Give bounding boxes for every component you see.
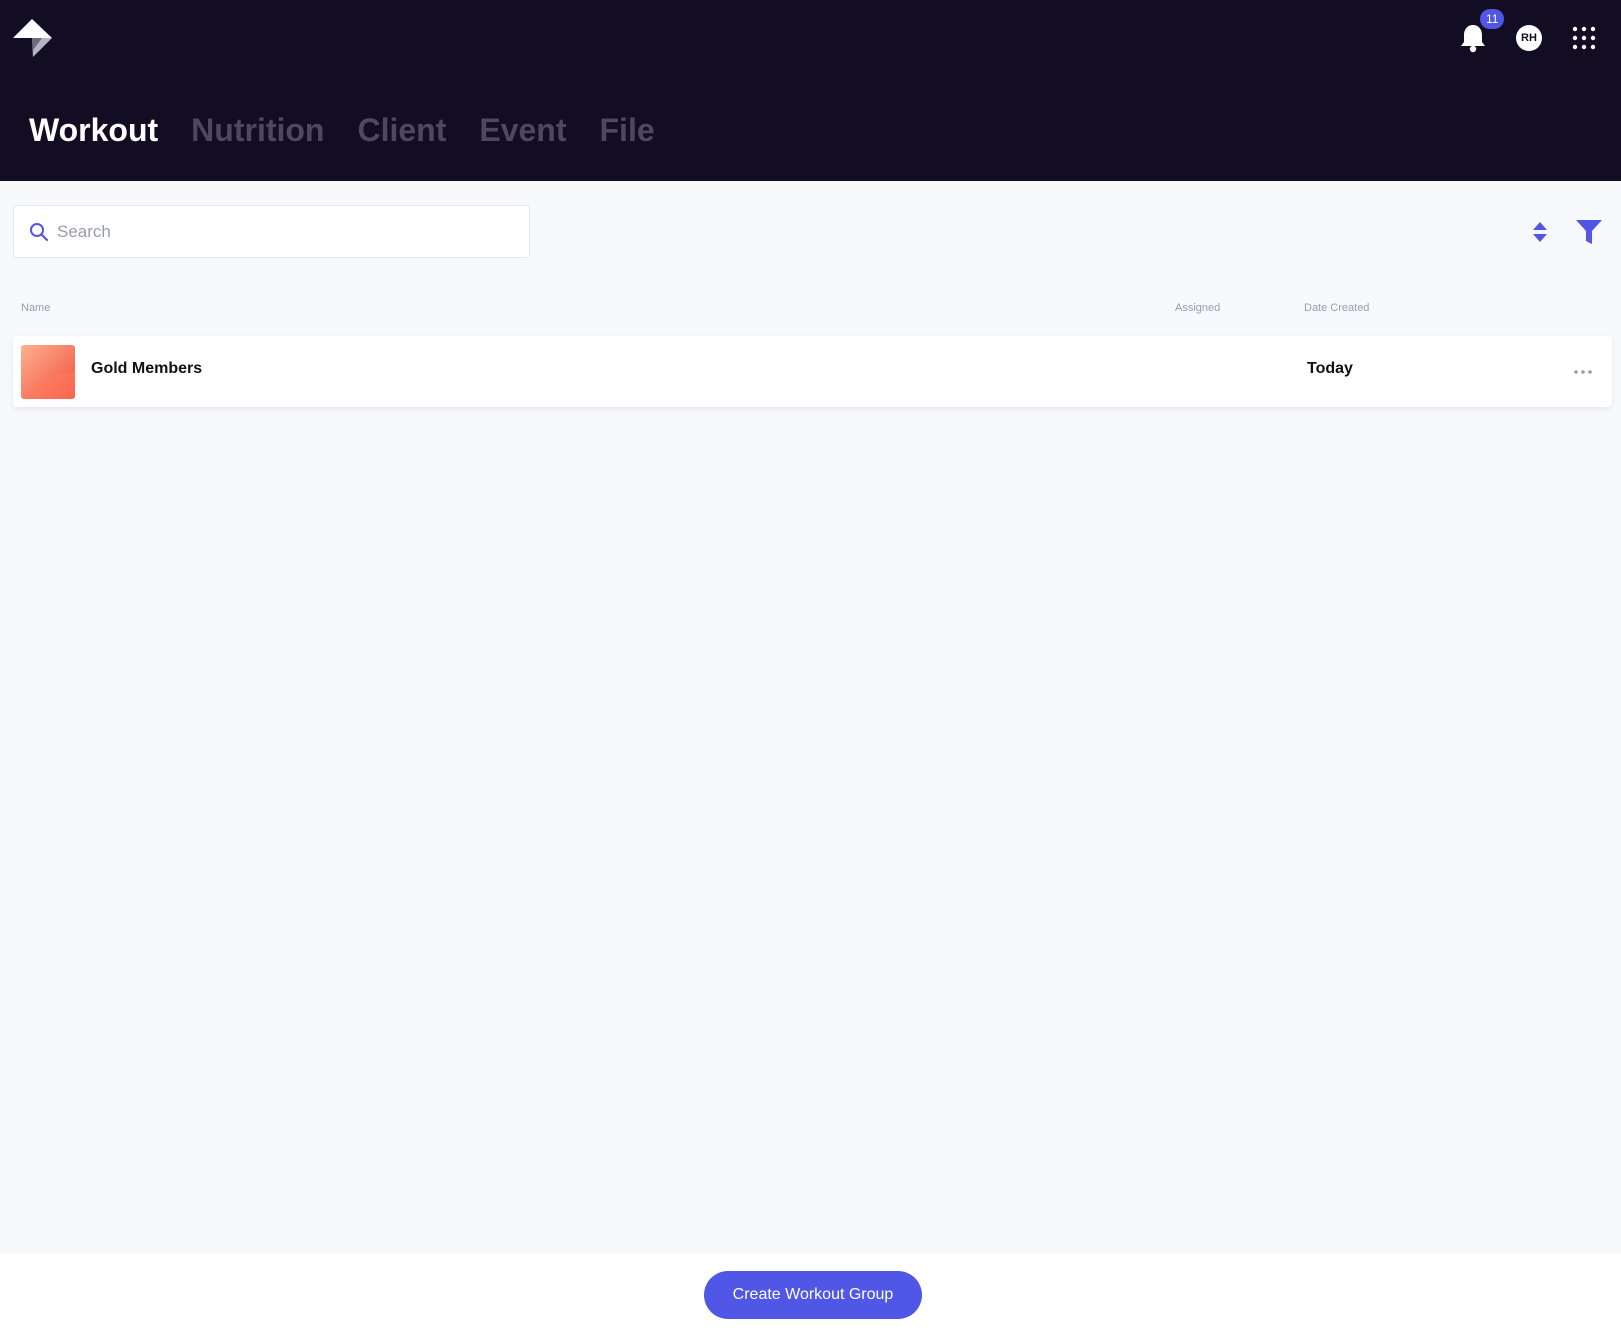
row-date-created: Today xyxy=(1307,360,1353,377)
search-icon xyxy=(30,222,49,241)
sort-icon[interactable] xyxy=(1531,221,1549,243)
footer-bar: Create Workout Group xyxy=(0,1254,1621,1335)
group-thumbnail xyxy=(21,345,75,399)
logo-icon[interactable] xyxy=(12,16,54,58)
tab-nutrition[interactable]: Nutrition xyxy=(191,108,324,152)
top-header: 11 RH Workout Nutrition Client Event Fil… xyxy=(0,0,1621,181)
column-header-date-created[interactable]: Date Created xyxy=(1304,302,1369,314)
tab-client[interactable]: Client xyxy=(357,108,446,152)
tab-file[interactable]: File xyxy=(600,108,655,152)
search-input[interactable] xyxy=(57,221,497,242)
search-box[interactable] xyxy=(13,205,530,258)
row-name: Gold Members xyxy=(91,360,203,377)
more-horizontal-icon[interactable] xyxy=(1572,362,1594,382)
notification-badge: 11 xyxy=(1480,9,1505,29)
grid-icon[interactable] xyxy=(1572,26,1596,50)
tab-event[interactable]: Event xyxy=(479,108,566,152)
avatar[interactable]: RH xyxy=(1516,25,1542,51)
column-header-assigned[interactable]: Assigned xyxy=(1175,302,1220,314)
column-header-name[interactable]: Name xyxy=(21,302,50,314)
tab-workout[interactable]: Workout xyxy=(29,108,158,152)
filter-icon[interactable] xyxy=(1575,219,1603,245)
create-workout-group-button[interactable]: Create Workout Group xyxy=(704,1271,922,1319)
main-tabs: Workout Nutrition Client Event File xyxy=(29,108,655,152)
table-row[interactable]: Gold Members Today xyxy=(13,336,1612,407)
